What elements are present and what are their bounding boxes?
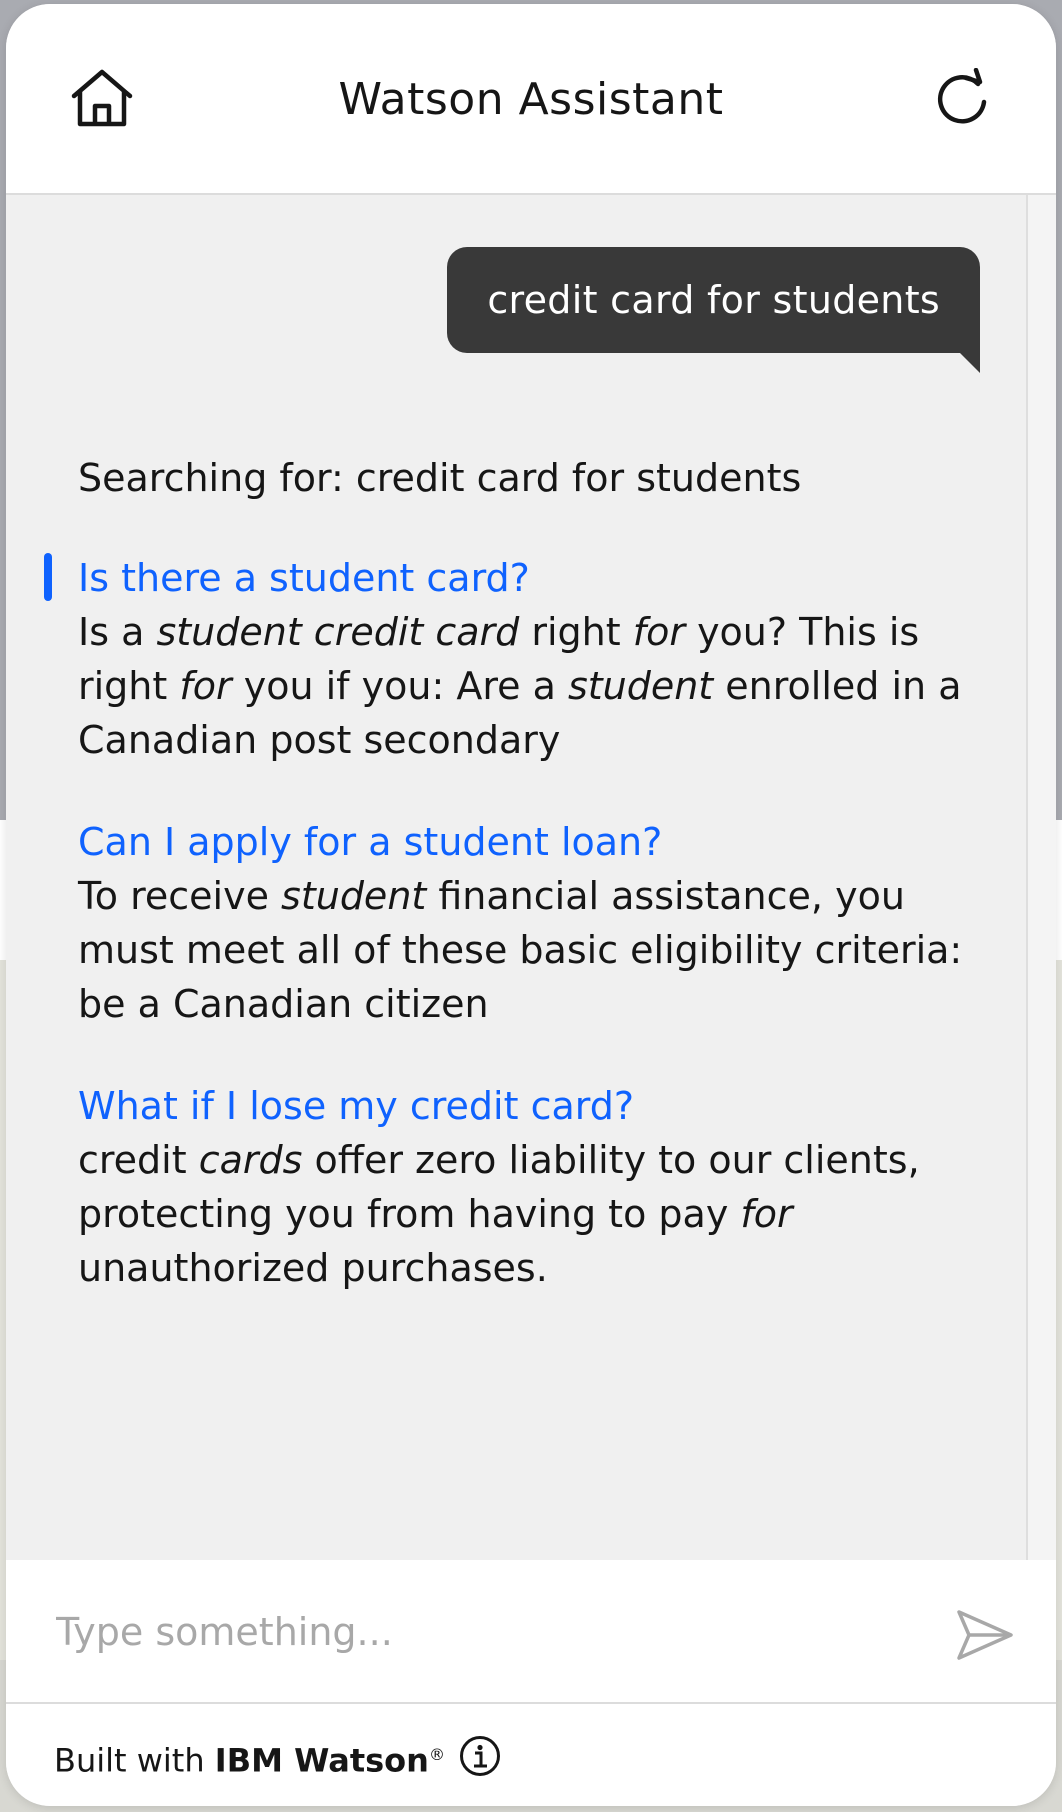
send-button[interactable] xyxy=(950,1600,1020,1670)
footer-attribution: Built with IBM Watson® xyxy=(54,1730,445,1786)
page-title: Watson Assistant xyxy=(338,74,724,125)
user-message-bubble: credit card for students xyxy=(447,247,980,353)
send-icon xyxy=(957,1610,1013,1660)
footer-brand: IBM Watson xyxy=(214,1741,429,1780)
search-result: What if I lose my credit card? credit ca… xyxy=(78,1079,978,1295)
message-input[interactable] xyxy=(54,1596,938,1668)
snippet-segment: for xyxy=(740,1192,793,1236)
message-list[interactable]: credit card for students Searching for: … xyxy=(6,195,1026,1706)
snippet-segment: cards xyxy=(198,1138,303,1182)
snippet-segment: right xyxy=(519,610,633,654)
search-result-link[interactable]: What if I lose my credit card? xyxy=(78,1079,978,1133)
snippet-segment: credit xyxy=(78,1138,199,1182)
search-result: Is there a student card? Is a student cr… xyxy=(44,551,978,767)
info-button[interactable] xyxy=(458,1734,502,1778)
search-intro-text: Searching for: credit card for students xyxy=(78,456,802,500)
chat-header: Watson Assistant xyxy=(6,4,1056,195)
snippet-segment: unauthorized purchases. xyxy=(78,1246,548,1290)
restart-button[interactable] xyxy=(924,60,1000,136)
search-result: Can I apply for a student loan? To recei… xyxy=(78,815,978,1031)
snippet-segment: you if you: Are a xyxy=(231,664,568,708)
snippet-segment: for xyxy=(179,664,232,708)
footer-prefix: Built with xyxy=(54,1741,215,1780)
chat-widget: Watson Assistant credit card for student… xyxy=(6,4,1056,1806)
search-result-snippet: To receive student financial assistance,… xyxy=(78,869,978,1031)
snippet-segment: student xyxy=(281,874,427,918)
snippet-segment: student credit card xyxy=(156,610,520,654)
snippet-segment: student xyxy=(567,664,714,708)
bot-message: Searching for: credit card for students … xyxy=(44,451,978,1343)
scrollbar[interactable] xyxy=(1026,195,1056,1560)
refresh-icon xyxy=(937,68,987,124)
user-message-tail xyxy=(958,351,980,373)
search-result-snippet: credit cards offer zero liability to our… xyxy=(78,1133,978,1295)
input-bar xyxy=(6,1560,1056,1704)
search-result-link[interactable]: Is there a student card? xyxy=(78,551,978,605)
footer: Built with IBM Watson® xyxy=(6,1704,1056,1806)
footer-trademark: ® xyxy=(428,1745,445,1764)
info-icon xyxy=(460,1736,500,1776)
snippet-segment: Is a xyxy=(78,610,157,654)
snippet-segment: To receive xyxy=(78,874,282,918)
search-result-link[interactable]: Can I apply for a student loan? xyxy=(78,815,978,869)
snippet-segment: for xyxy=(632,610,685,654)
search-result-snippet: Is a student credit card right for you? … xyxy=(78,605,978,767)
